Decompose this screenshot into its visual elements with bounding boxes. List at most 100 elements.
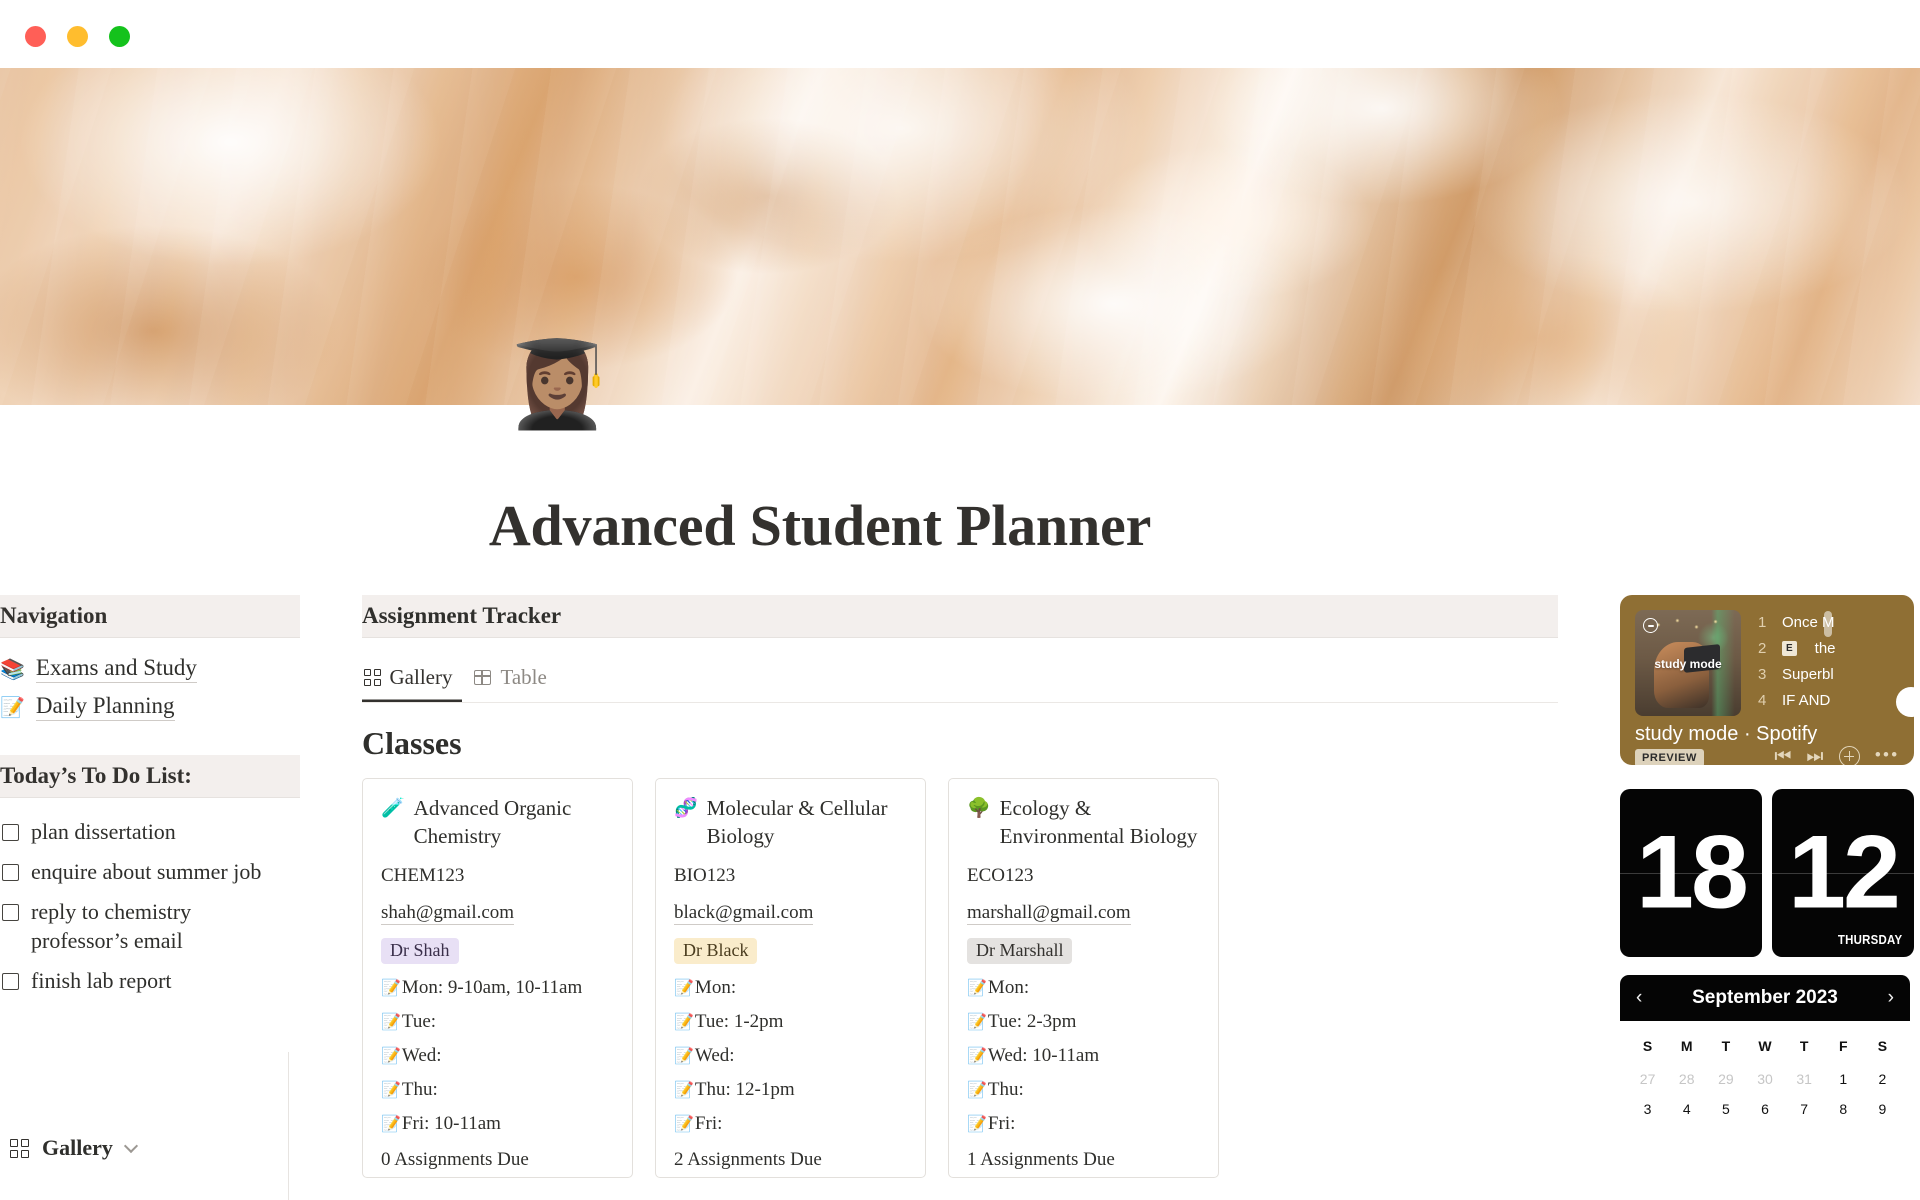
todo-checkbox[interactable]	[2, 973, 19, 991]
window-controls	[25, 26, 130, 47]
track-list-scrollbar[interactable]	[1824, 611, 1832, 637]
tab-table[interactable]: Table	[472, 665, 556, 702]
class-title: Molecular & Cellular Biology	[706, 796, 888, 848]
schedule-row-thu: 📝 Thu:	[967, 1079, 1200, 1101]
chevron-down-icon[interactable]	[123, 1138, 138, 1153]
maximize-button[interactable]	[109, 26, 130, 47]
track-row[interactable]: 3 Superbl	[1758, 661, 1914, 687]
schedule-text: Fri:	[694, 1112, 723, 1134]
todo-checkbox[interactable]	[2, 824, 19, 841]
todo-list: plan dissertation enquire about summer j…	[0, 798, 300, 1001]
calendar-day[interactable]: 28	[1667, 1064, 1706, 1094]
memo-icon: 📝	[967, 1011, 987, 1031]
calendar-day[interactable]: 27	[1628, 1064, 1667, 1094]
todo-checkbox[interactable]	[2, 864, 19, 882]
grid-icon	[364, 669, 381, 686]
memo-icon: 📝	[381, 1011, 401, 1031]
schedule-row-fri: 📝 Fri:	[967, 1113, 1200, 1135]
todo-checkbox[interactable]	[2, 904, 19, 922]
track-row[interactable]: 2 E the	[1758, 635, 1914, 661]
todo-label: reply to chemistry professor’s email	[31, 899, 192, 954]
class-title-row: 🧪 Advanced Organic Chemistry	[381, 795, 614, 851]
professor-email-link[interactable]: marshall@gmail.com	[967, 902, 1131, 925]
schedule-text: Tue: 1-2pm	[694, 1010, 784, 1032]
schedule-text: Mon:	[694, 976, 737, 998]
class-code: ECO123	[967, 864, 1034, 886]
calendar-day[interactable]: 31	[1785, 1064, 1824, 1094]
calendar-prev-button[interactable]: ‹	[1636, 987, 1642, 1009]
calendar-dow: W	[1758, 1038, 1772, 1054]
memo-icon: 📝	[381, 1079, 401, 1099]
calendar-day[interactable]: 2	[1863, 1064, 1902, 1094]
calendar-dow: T	[1721, 1038, 1731, 1054]
page-icon-graduate[interactable]: 👩🏽‍🎓	[505, 342, 610, 426]
add-icon[interactable]	[1838, 745, 1860, 765]
calendar-day[interactable]: 8	[1824, 1094, 1863, 1124]
memo-icon: 📝	[967, 1079, 987, 1099]
memo-icon: 📝	[674, 1113, 694, 1133]
next-icon[interactable]: ⏭	[1806, 746, 1823, 765]
tab-gallery[interactable]: Gallery	[362, 665, 462, 702]
schedule-text: Mon: 9-10am, 10-11am	[401, 976, 583, 998]
class-card[interactable]: 🧬 Molecular & Cellular Biology BIO123 bl…	[655, 778, 926, 1178]
schedule-row-mon: 📝 Mon:	[967, 977, 1200, 999]
sidebar-view-switcher[interactable]: Gallery	[10, 1135, 138, 1161]
professor-email-link[interactable]: shah@gmail.com	[381, 902, 515, 925]
memo-icon: 📝	[381, 1045, 401, 1065]
calendar-header: ‹ September 2023 ›	[1620, 975, 1910, 1021]
calendar-day[interactable]: 9	[1863, 1094, 1902, 1124]
calendar-day[interactable]: 4	[1667, 1094, 1706, 1124]
notepad-icon: 📝	[0, 695, 25, 719]
schedule-row-mon: 📝 Mon: 9-10am, 10-11am	[381, 977, 614, 999]
dna-icon: 🧬	[674, 797, 698, 819]
class-card[interactable]: 🧪 Advanced Organic Chemistry CHEM123 sha…	[362, 778, 633, 1178]
professor-email-link[interactable]: black@gmail.com	[674, 902, 814, 925]
calendar-dow: S	[1642, 1038, 1653, 1054]
todo-label: finish lab report	[31, 968, 172, 994]
track-number: 4	[1758, 691, 1767, 709]
close-button[interactable]	[25, 26, 46, 47]
tree-icon: 🌳	[967, 797, 991, 819]
list-item[interactable]: reply to chemistry professor’s email	[0, 892, 300, 961]
schedule-row-tue: 📝 Tue: 1-2pm	[674, 1011, 907, 1033]
track-title: Superbl	[1782, 665, 1834, 683]
schedule-text: Tue: 2-3pm	[987, 1010, 1077, 1032]
schedule-text: Wed:	[401, 1044, 442, 1066]
calendar-day[interactable]: 7	[1785, 1094, 1824, 1124]
schedule-text: Wed:	[694, 1044, 735, 1066]
previous-icon[interactable]: ⏮	[1774, 746, 1791, 765]
calendar-dow: F	[1838, 1038, 1848, 1054]
list-item[interactable]: enquire about summer job	[0, 852, 300, 892]
track-list[interactable]: 1 Once M 2 E the 3 Superbl 4 IF AND	[1758, 609, 1914, 721]
sidebar-item-exams-and-study[interactable]: 📚 Exams and Study	[0, 651, 300, 689]
professor-tag: Dr Marshall	[967, 937, 1073, 964]
view-tabs: Gallery Table	[362, 651, 1558, 703]
calendar-day[interactable]: 29	[1706, 1064, 1745, 1094]
schedule-row-thu: 📝 Thu:	[381, 1079, 614, 1101]
window-titlebar	[0, 0, 1920, 68]
calendar-day[interactable]: 6	[1745, 1094, 1784, 1124]
schedule-row-fri: 📝 Fri:	[674, 1113, 907, 1135]
sidebar-item-label: Daily Planning	[35, 693, 175, 721]
schedule-row-tue: 📝 Tue:	[381, 1011, 614, 1033]
calendar-day[interactable]: 30	[1745, 1064, 1784, 1094]
player-controls: ⏮ ⏭ •••	[1774, 745, 1899, 765]
list-item[interactable]: plan dissertation	[0, 812, 300, 852]
track-row[interactable]: 1 Once M	[1758, 609, 1914, 635]
artwork-label: study mode	[1654, 656, 1722, 671]
calendar-day[interactable]: 1	[1824, 1064, 1863, 1094]
class-card[interactable]: 🌳 Ecology & Environmental Biology ECO123…	[948, 778, 1219, 1178]
calendar-next-button[interactable]: ›	[1888, 987, 1894, 1009]
tab-label: Gallery	[389, 665, 453, 689]
calendar-day[interactable]: 5	[1706, 1094, 1745, 1124]
clock-hours: 18	[1620, 789, 1762, 957]
track-row[interactable]: 4 IF AND	[1758, 687, 1914, 713]
more-options-icon[interactable]: •••	[1875, 745, 1899, 765]
spotify-widget[interactable]: study mode 1 Once M 2 E the 3 Superbl 4 …	[1620, 595, 1914, 765]
sidebar-item-daily-planning[interactable]: 📝 Daily Planning	[0, 689, 300, 727]
calendar-day[interactable]: 3	[1628, 1094, 1667, 1124]
list-item[interactable]: finish lab report	[0, 961, 300, 1001]
minimize-button[interactable]	[67, 26, 88, 47]
class-title-row: 🌳 Ecology & Environmental Biology	[967, 795, 1200, 851]
memo-icon: 📝	[674, 1045, 694, 1065]
